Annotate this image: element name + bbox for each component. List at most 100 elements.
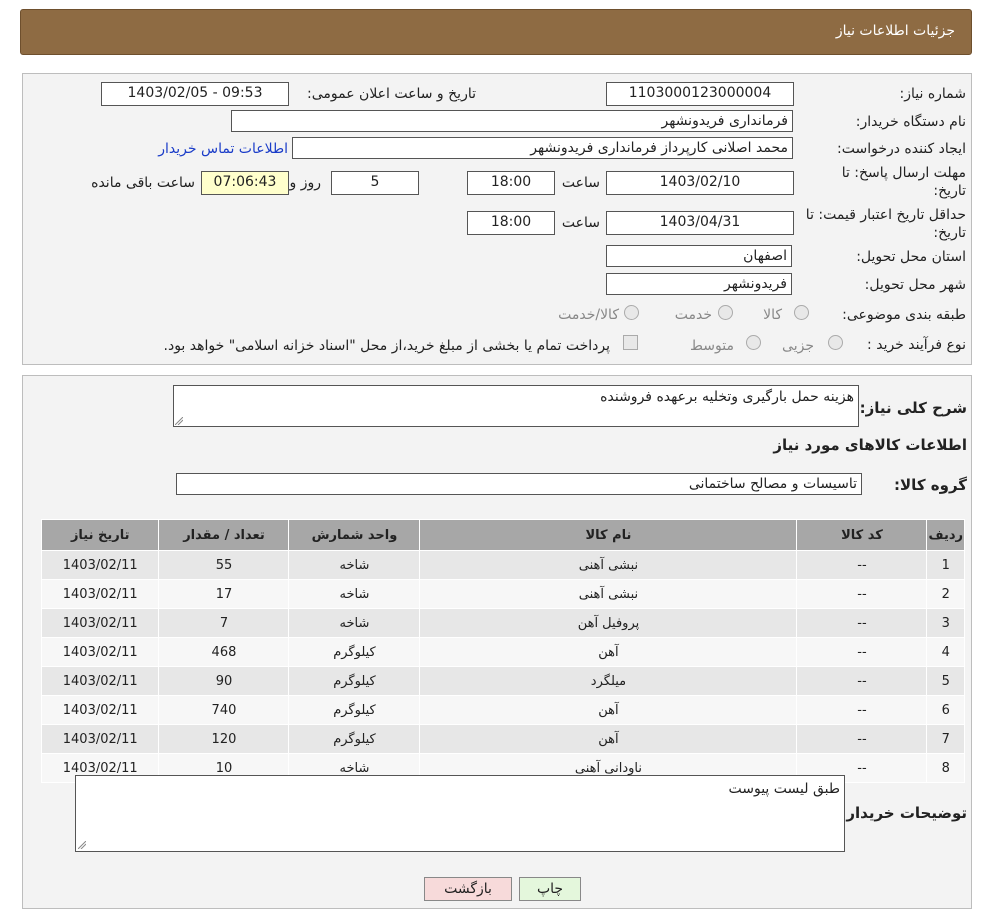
cell-row: 1 — [926, 550, 965, 580]
cell-unit: کیلوگرم — [288, 666, 421, 696]
col-qty: تعداد / مقدار — [158, 519, 290, 551]
cell-date: 1403/02/11 — [40, 608, 160, 638]
cell-code: -- — [796, 608, 928, 638]
table-row: 4 -- آهن کیلوگرم 468 1403/02/11 — [40, 637, 965, 667]
cell-unit: شاخه — [288, 608, 421, 638]
cell-date: 1403/02/11 — [40, 666, 160, 696]
province-label: استان محل تحویل: — [856, 249, 966, 265]
cell-code: -- — [796, 579, 928, 609]
goods-info-title: اطلاعات کالاهای مورد نیاز — [773, 436, 967, 454]
col-row: ردیف — [926, 519, 965, 551]
cell-row: 6 — [926, 695, 965, 725]
creator-field: محمد اصلانی کارپرداز فرمانداری فریدونشهر — [292, 137, 793, 159]
cell-row: 2 — [926, 579, 965, 609]
table-row: 7 -- آهن کیلوگرم 120 1403/02/11 — [40, 724, 965, 754]
process-option-medium: متوسط — [690, 338, 734, 354]
cell-code: -- — [796, 666, 928, 696]
cell-code: -- — [796, 695, 928, 725]
category-option-both: کالا/خدمت — [558, 307, 619, 323]
cell-qty: 7 — [158, 608, 290, 638]
cell-name: نبشی آهنی — [419, 550, 798, 580]
buyer-org-field: فرمانداری فریدونشهر — [231, 110, 793, 132]
cell-qty: 740 — [158, 695, 290, 725]
cell-date: 1403/02/11 — [40, 550, 160, 580]
days-remaining-field: 5 — [331, 171, 419, 195]
table-row: 6 -- آهن کیلوگرم 740 1403/02/11 — [40, 695, 965, 725]
deadline-time-field: 18:00 — [467, 171, 555, 195]
cell-qty: 468 — [158, 637, 290, 667]
category-radio-goods[interactable] — [794, 305, 809, 320]
table-row: 5 -- میلگرد کیلوگرم 90 1403/02/11 — [40, 666, 965, 696]
payment-note: پرداخت تمام یا بخشی از مبلغ خرید،از محل … — [163, 338, 610, 354]
buyer-notes-label: توضیحات خریدار: — [840, 804, 967, 822]
category-label: طبقه بندی موضوعی: — [842, 307, 966, 323]
table-row: 1 -- نبشی آهنی شاخه 55 1403/02/11 — [40, 550, 965, 580]
need-number-label: شماره نیاز: — [899, 86, 967, 102]
validity-label: حداقل تاریخ اعتبار قیمت: تا — [805, 207, 966, 223]
announce-label: تاریخ و ساعت اعلان عمومی: — [307, 86, 476, 102]
col-name: نام کالا — [419, 519, 798, 551]
col-unit: واحد شمارش — [288, 519, 421, 551]
validity-time-field: 18:00 — [467, 211, 555, 235]
cell-name: نبشی آهنی — [419, 579, 798, 609]
city-field: فریدونشهر — [606, 273, 792, 295]
buyer-notes-textarea: طبق لیست پیوست — [75, 775, 845, 852]
col-code: کد کالا — [796, 519, 928, 551]
deadline-label-date: تاریخ: — [933, 183, 966, 199]
cell-name: آهن — [419, 724, 798, 754]
items-table: ردیف کد کالا نام کالا واحد شمارش تعداد /… — [40, 519, 965, 783]
city-label: شهر محل تحویل: — [864, 277, 966, 293]
remaining-label: ساعت باقی مانده — [91, 175, 195, 191]
cell-unit: شاخه — [288, 579, 421, 609]
announce-field: 1403/02/05 - 09:53 — [101, 82, 289, 106]
cell-date: 1403/02/11 — [40, 724, 160, 754]
page-title: جزئیات اطلاعات نیاز — [835, 23, 955, 39]
table-row: 2 -- نبشی آهنی شاخه 17 1403/02/11 — [40, 579, 965, 609]
notes-resize-handle-icon[interactable] — [78, 841, 86, 849]
cell-qty: 90 — [158, 666, 290, 696]
page-header: جزئیات اطلاعات نیاز — [20, 9, 972, 55]
cell-row: 5 — [926, 666, 965, 696]
days-label: روز و — [289, 175, 322, 191]
col-date: تاریخ نیاز — [40, 519, 160, 551]
process-label: نوع فرآیند خرید : — [867, 337, 966, 353]
deadline-date-field: 1403/02/10 — [606, 171, 794, 195]
cell-qty: 55 — [158, 550, 290, 580]
back-button[interactable]: بازگشت — [424, 877, 512, 901]
treasury-bonds-checkbox[interactable] — [623, 335, 638, 350]
process-radio-minor[interactable] — [828, 335, 843, 350]
table-row: 3 -- پروفیل آهن شاخه 7 1403/02/11 — [40, 608, 965, 638]
cell-name: میلگرد — [419, 666, 798, 696]
buyer-contact-link[interactable]: اطلاعات تماس خریدار — [158, 141, 288, 157]
goods-group-label: گروه کالا: — [894, 476, 967, 494]
cell-row: 7 — [926, 724, 965, 754]
cell-code: -- — [796, 637, 928, 667]
process-radio-medium[interactable] — [746, 335, 761, 350]
summary-resize-handle-icon[interactable] — [175, 417, 183, 425]
summary-textarea: هزینه حمل بارگیری وتخلیه برعهده فروشنده — [173, 385, 859, 427]
category-radio-both[interactable] — [624, 305, 639, 320]
province-field: اصفهان — [606, 245, 792, 267]
buyer-org-label: نام دستگاه خریدار: — [855, 114, 966, 130]
print-button[interactable]: چاپ — [519, 877, 581, 901]
cell-code: -- — [796, 550, 928, 580]
cell-row: 8 — [926, 753, 965, 783]
category-option-goods: کالا — [763, 307, 782, 323]
cell-unit: شاخه — [288, 550, 421, 580]
cell-row: 3 — [926, 608, 965, 638]
cell-qty: 17 — [158, 579, 290, 609]
cell-qty: 120 — [158, 724, 290, 754]
cell-unit: کیلوگرم — [288, 695, 421, 725]
creator-label: ایجاد کننده درخواست: — [837, 141, 966, 157]
cell-date: 1403/02/11 — [40, 695, 160, 725]
cell-name: آهن — [419, 637, 798, 667]
process-option-minor: جزیی — [782, 338, 814, 354]
deadline-time-label: ساعت — [561, 175, 600, 191]
cell-name: آهن — [419, 695, 798, 725]
category-radio-service[interactable] — [718, 305, 733, 320]
cell-unit: کیلوگرم — [288, 724, 421, 754]
cell-date: 1403/02/11 — [40, 637, 160, 667]
cell-date: 1403/02/11 — [40, 579, 160, 609]
validity-label-date: تاریخ: — [933, 225, 966, 241]
need-number-field: 1103000123000004 — [606, 82, 794, 106]
